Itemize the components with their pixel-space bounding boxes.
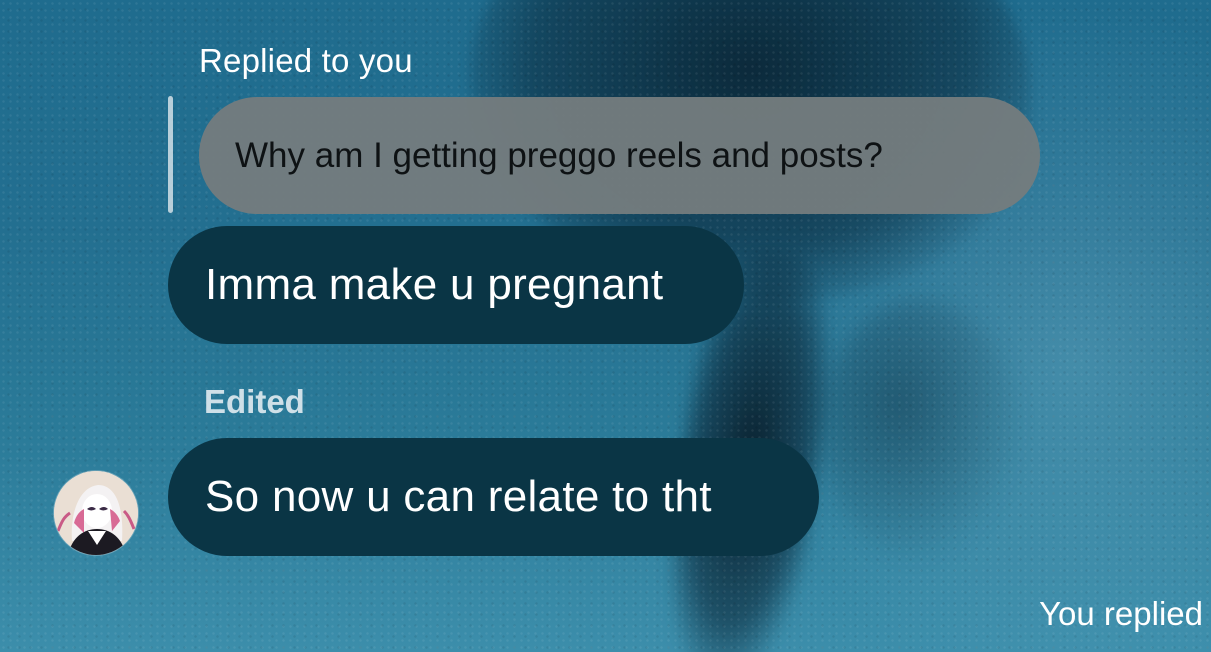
message-bubble[interactable]: So now u can relate to tht xyxy=(168,438,819,556)
message-text: Imma make u pregnant xyxy=(205,260,664,309)
edited-label: Edited xyxy=(204,383,305,420)
message-thread: Replied to you Why am I getting preggo r… xyxy=(0,0,1211,652)
avatar-icon[interactable] xyxy=(54,471,138,555)
avatar-icon xyxy=(54,471,138,555)
quoted-message-text: Why am I getting preggo reels and posts? xyxy=(235,135,883,175)
message-bubble[interactable]: Imma make u pregnant xyxy=(168,226,744,344)
quoted-message-bubble[interactable]: Why am I getting preggo reels and posts? xyxy=(199,97,1040,214)
replied-to-you-caption: Replied to you xyxy=(199,42,413,79)
message-text: So now u can relate to tht xyxy=(205,472,712,521)
you-replied-caption: You replied xyxy=(1039,595,1203,632)
reply-indicator-bar xyxy=(168,96,173,213)
